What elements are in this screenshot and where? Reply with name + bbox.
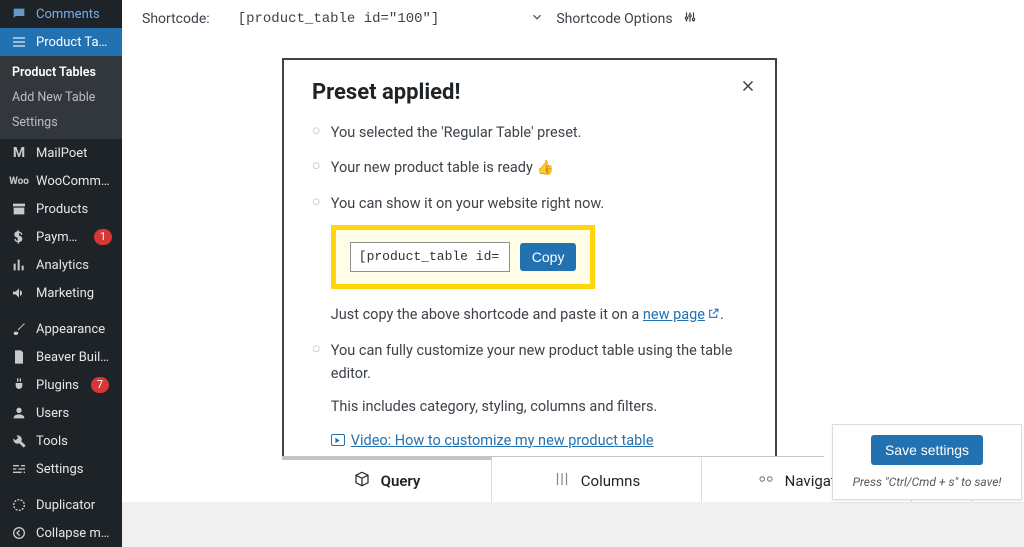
- list-item-text: You selected the 'Regular Table' preset.: [331, 121, 747, 156]
- sidebar-item-marketing[interactable]: Marketing: [0, 279, 122, 307]
- bullet-icon: ○: [312, 122, 321, 156]
- sidebar-item-woocommerce[interactable]: Woo WooCommerce: [0, 167, 122, 195]
- list-item-text: You can show it on your website right no…: [331, 192, 747, 215]
- external-link-icon: [707, 304, 720, 327]
- admin-sidebar: Comments Product Tables Product Tables A…: [0, 0, 122, 502]
- chevron-down-icon[interactable]: [530, 10, 544, 28]
- tab-columns[interactable]: Columns: [492, 457, 702, 502]
- shortcode-label: Shortcode:: [142, 11, 210, 27]
- plug-icon: [10, 376, 28, 394]
- sidebar-item-label: Settings: [36, 462, 83, 477]
- brush-icon: [10, 320, 28, 338]
- comment-icon: [10, 5, 28, 23]
- sidebar-submenu: Product Tables Add New Table Settings: [0, 56, 122, 139]
- sidebar-item-label: Marketing: [36, 286, 94, 301]
- bullet-icon: ○: [312, 193, 321, 339]
- sidebar-item-label: Plugins: [36, 378, 79, 393]
- sidebar-item-beaver-builder[interactable]: Beaver Builder: [0, 343, 122, 371]
- sidebar-item-products[interactable]: Products: [0, 195, 122, 223]
- modal-title: Preset applied!: [312, 80, 747, 105]
- list-item: ○ Your new product table is ready 👍: [312, 156, 747, 191]
- sidebar-item-label: Beaver Builder: [36, 350, 112, 365]
- tab-label: Query: [381, 472, 421, 490]
- sliders-icon: [10, 460, 28, 478]
- sidebar-item-label: Product Tables: [36, 35, 112, 50]
- editor-tabs: Query Columns Navigation S: [282, 456, 824, 502]
- shortcode-value: [product_table id="100"]: [238, 11, 440, 27]
- wrench-icon: [10, 432, 28, 450]
- sidebar-item-plugins[interactable]: Plugins 7: [0, 371, 122, 399]
- list-item: ○ You can show it on your website right …: [312, 192, 747, 339]
- sidebar-item-settings[interactable]: Settings: [0, 455, 122, 483]
- sidebar-item-payments[interactable]: Payments 1: [0, 223, 122, 251]
- dollar-icon: [10, 228, 28, 246]
- thumbs-up-icon: 👍: [536, 160, 553, 176]
- sidebar-item-appearance[interactable]: Appearance: [0, 315, 122, 343]
- sidebar-item-product-tables[interactable]: Product Tables: [0, 28, 122, 56]
- sidebar-item-label: Products: [36, 202, 88, 217]
- page-icon: [10, 348, 28, 366]
- shortcode-copy-box: Copy: [331, 225, 595, 289]
- plugins-badge: 7: [91, 377, 109, 393]
- list-item-text: Just copy the above shortcode and paste …: [331, 303, 747, 327]
- sidebar-item-label: Tools: [36, 434, 68, 449]
- sidebar-item-label: WooCommerce: [36, 174, 112, 189]
- sidebar-item-label: Duplicator: [36, 498, 95, 513]
- tab-query[interactable]: Query: [282, 457, 492, 502]
- play-icon: [331, 434, 345, 446]
- sidebar-item-duplicator[interactable]: Duplicator: [0, 491, 122, 519]
- letter-m-icon: M: [10, 144, 28, 162]
- sidebar-item-label: Users: [36, 406, 69, 421]
- list-item-text: This includes category, styling, columns…: [331, 395, 747, 418]
- list-item-text: Your new product table is ready 👍: [331, 156, 747, 191]
- modal-bullet-list: ○ You selected the 'Regular Table' prese…: [312, 121, 747, 464]
- sidebar-sub-item-product-tables[interactable]: Product Tables: [0, 60, 122, 85]
- shortcode-options-toggle[interactable]: Shortcode Options: [556, 11, 672, 27]
- save-hint: Press "Ctrl/Cmd + s" to save!: [853, 475, 1002, 489]
- new-page-link[interactable]: new page: [643, 306, 720, 323]
- payments-badge: 1: [94, 229, 112, 245]
- sidebar-sub-item-settings[interactable]: Settings: [0, 110, 122, 135]
- sidebar-item-mailpoet[interactable]: M MailPoet: [0, 139, 122, 167]
- close-button[interactable]: [739, 76, 757, 100]
- save-settings-button[interactable]: Save settings: [871, 435, 983, 465]
- sidebar-item-label: Analytics: [36, 258, 89, 273]
- columns-icon: [553, 470, 571, 492]
- cube-icon: [353, 470, 371, 492]
- list-icon: [10, 33, 28, 51]
- sidebar-item-label: MailPoet: [36, 146, 87, 161]
- sidebar-item-users[interactable]: Users: [0, 399, 122, 427]
- preset-applied-modal: Preset applied! ○ You selected the 'Regu…: [282, 58, 777, 490]
- duplicator-icon: [10, 496, 28, 514]
- bullet-icon: ○: [312, 157, 321, 191]
- sidebar-item-analytics[interactable]: Analytics: [0, 251, 122, 279]
- save-panel: Save settings Press "Ctrl/Cmd + s" to sa…: [832, 424, 1022, 500]
- shortcode-input[interactable]: [350, 242, 510, 272]
- sidebar-item-tools[interactable]: Tools: [0, 427, 122, 455]
- list-item-text: You can fully customize your new product…: [331, 339, 747, 385]
- tab-label: Columns: [581, 472, 640, 490]
- sidebar-sub-item-add-new-table[interactable]: Add New Table: [0, 85, 122, 110]
- navigation-icon: [757, 470, 775, 492]
- copy-button[interactable]: Copy: [520, 243, 577, 271]
- woo-icon: Woo: [10, 172, 28, 190]
- megaphone-icon: [10, 284, 28, 302]
- user-icon: [10, 404, 28, 422]
- sidebar-item-collapse[interactable]: Collapse menu: [0, 519, 122, 547]
- shortcode-topbar: Shortcode: [product_table id="100"] Shor…: [122, 0, 1024, 36]
- sliders-icon: [683, 10, 697, 28]
- bullet-icon: ○: [312, 340, 321, 464]
- sidebar-item-label: Comments: [36, 7, 100, 22]
- archive-icon: [10, 200, 28, 218]
- sidebar-item-comments[interactable]: Comments: [0, 0, 122, 28]
- main-content: Shortcode: [product_table id="100"] Shor…: [122, 0, 1024, 502]
- sidebar-item-label: Appearance: [36, 322, 105, 337]
- collapse-icon: [10, 524, 28, 542]
- sidebar-item-label: Payments: [36, 230, 82, 245]
- sidebar-item-label: Collapse menu: [36, 526, 112, 541]
- video-link[interactable]: Video: How to customize my new product t…: [331, 429, 654, 452]
- list-item: ○ You can fully customize your new produ…: [312, 339, 747, 464]
- chart-icon: [10, 256, 28, 274]
- list-item: ○ You selected the 'Regular Table' prese…: [312, 121, 747, 156]
